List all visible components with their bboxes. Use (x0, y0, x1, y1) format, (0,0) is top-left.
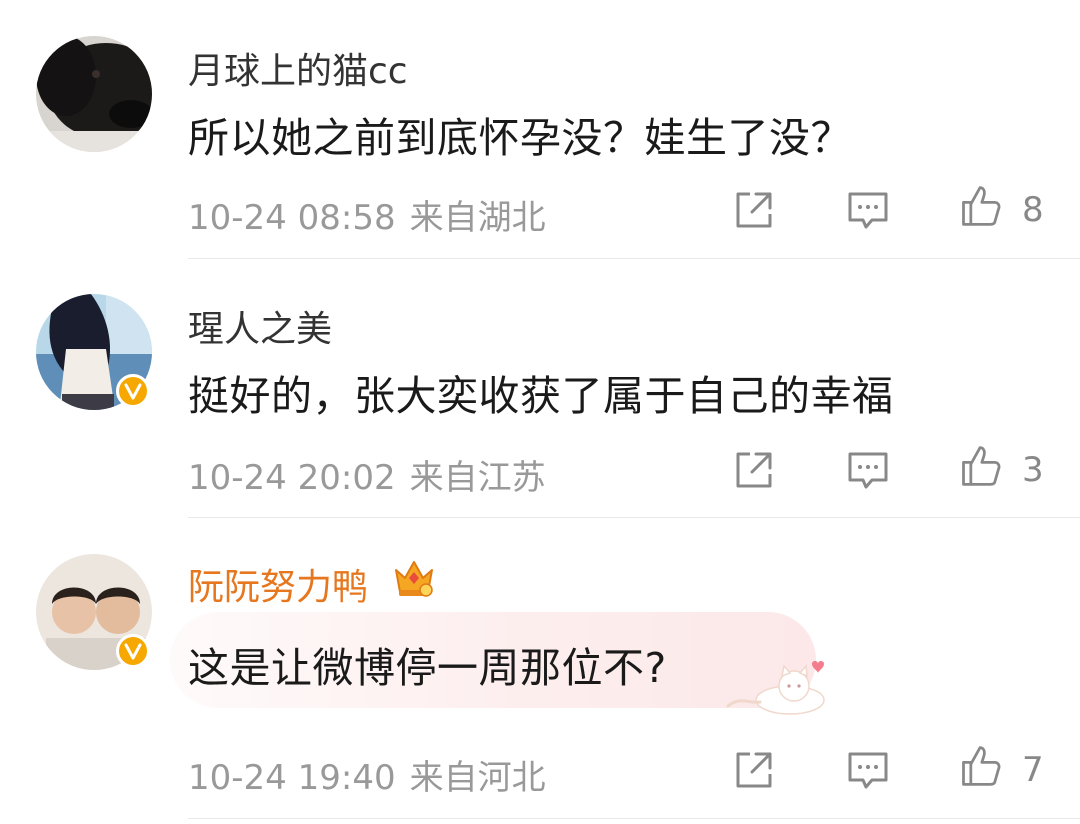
divider (188, 517, 1080, 518)
like-count: 3 (1022, 450, 1044, 490)
comment-date: 10-24 20:02 (188, 458, 396, 498)
comment-date: 10-24 19:40 (188, 758, 396, 798)
verified-badge-icon (116, 374, 150, 408)
share-icon[interactable] (732, 448, 776, 492)
like-count: 7 (1022, 750, 1044, 790)
username[interactable]: 阮阮努力鸭 (188, 558, 368, 610)
thumbs-up-icon[interactable] (958, 444, 1002, 488)
crown-icon (395, 561, 433, 597)
comment-meta: 10-24 20:02 来自江苏 (188, 450, 546, 499)
username[interactable]: 月球上的猫cc (188, 42, 408, 94)
comment-text: 挺好的，张大奕收获了属于自己的幸福 (188, 372, 894, 420)
avatar[interactable] (36, 294, 152, 410)
verified-badge-icon (116, 634, 150, 668)
comment-meta: 10-24 19:40 来自河北 (188, 750, 546, 799)
divider (188, 258, 1080, 259)
avatar[interactable] (36, 554, 152, 670)
comment-text: 这是让微博停一周那位不? (188, 644, 667, 692)
avatar-image (36, 36, 152, 152)
comment-date: 10-24 08:58 (188, 198, 396, 238)
like-count: 8 (1022, 190, 1044, 230)
thumbs-up-icon[interactable] (958, 184, 1002, 228)
comment-icon[interactable] (846, 448, 890, 492)
share-icon[interactable] (732, 748, 776, 792)
thumbs-up-icon[interactable] (958, 744, 1002, 788)
share-icon[interactable] (732, 188, 776, 232)
comment-text: 所以她之前到底怀孕没？娃生了没？ (188, 114, 852, 162)
cat-sticker-icon (726, 661, 825, 715)
comment-icon[interactable] (846, 188, 890, 232)
divider (188, 818, 1080, 819)
comment-icon[interactable] (846, 748, 890, 792)
username[interactable]: 瑆人之美 (188, 300, 332, 352)
comment-meta: 10-24 08:58 来自湖北 (188, 190, 546, 239)
comment-location: 来自湖北 (409, 198, 546, 238)
comment-location: 来自江苏 (409, 458, 546, 498)
avatar[interactable] (36, 36, 152, 152)
comment-location: 来自河北 (409, 758, 546, 798)
